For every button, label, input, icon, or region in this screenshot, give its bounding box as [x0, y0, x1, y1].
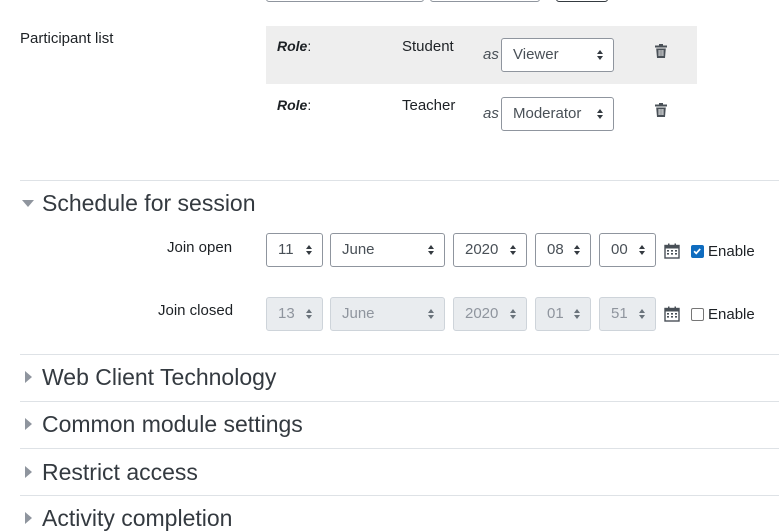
section-restrict-access-title[interactable]: Restrict access [42, 459, 198, 486]
trash-icon[interactable] [655, 44, 667, 58]
clipped-input-2[interactable] [430, 0, 540, 2]
select-value: June [342, 241, 375, 258]
clipped-button[interactable] [556, 0, 608, 2]
collapsed-chevron-icon[interactable] [25, 512, 32, 524]
join-closed-hour-select[interactable]: 01 [535, 297, 591, 331]
select-caret-icon [510, 243, 517, 257]
select-value: 01 [547, 305, 564, 322]
calendar-icon[interactable] [664, 243, 680, 259]
join-closed-label: Join closed [158, 302, 234, 319]
join-open-hour-select[interactable]: 08 [535, 233, 591, 267]
role-select-teacher[interactable]: Moderator [501, 97, 614, 131]
join-closed-month-select[interactable]: June [330, 297, 445, 331]
calendar-icon[interactable] [664, 306, 680, 322]
select-caret-icon [428, 243, 435, 257]
role-select-value: Moderator [513, 105, 582, 122]
collapsed-chevron-icon[interactable] [25, 466, 32, 478]
role-label: Role: [277, 97, 312, 113]
select-caret-icon [574, 307, 581, 321]
collapsed-chevron-icon[interactable] [25, 371, 32, 383]
section-divider [20, 354, 779, 355]
collapsed-chevron-icon[interactable] [25, 418, 32, 430]
select-value: 13 [278, 305, 295, 322]
select-caret-icon [428, 307, 435, 321]
section-web-client-title[interactable]: Web Client Technology [42, 364, 276, 391]
select-caret-icon [574, 243, 581, 257]
check-icon [693, 248, 701, 255]
as-label: as [483, 46, 499, 63]
select-caret-icon [306, 307, 313, 321]
select-caret-icon [597, 107, 604, 121]
participant-row-teacher: Role: Teacher as Moderator [266, 85, 697, 143]
section-divider [20, 401, 779, 402]
join-open-month-select[interactable]: June [330, 233, 445, 267]
participant-name: Student [402, 38, 454, 55]
join-closed-enable-label[interactable]: Enable [708, 306, 755, 323]
as-label: as [483, 105, 499, 122]
join-open-enable-label[interactable]: Enable [708, 243, 755, 260]
select-caret-icon [597, 48, 604, 62]
section-activity-completion-title[interactable]: Activity completion [42, 505, 232, 532]
join-open-day-select[interactable]: 11 [266, 233, 323, 267]
section-schedule-title[interactable]: Schedule for session [42, 190, 256, 217]
select-value: 2020 [465, 241, 499, 258]
select-value: 08 [547, 241, 564, 258]
join-open-enable-checkbox[interactable] [691, 245, 704, 258]
join-open-year-select[interactable]: 2020 [453, 233, 527, 267]
select-caret-icon [306, 243, 313, 257]
trash-icon[interactable] [655, 103, 667, 117]
section-divider [20, 448, 779, 449]
join-closed-day-select[interactable]: 13 [266, 297, 323, 331]
participant-row-student: Role: Student as Viewer [266, 26, 697, 84]
clipped-input-1[interactable] [266, 0, 424, 2]
role-select-value: Viewer [513, 46, 559, 63]
participant-list-label: Participant list [20, 30, 114, 47]
section-common-module-title[interactable]: Common module settings [42, 411, 303, 438]
role-label: Role: [277, 38, 312, 54]
join-closed-year-select[interactable]: 2020 [453, 297, 527, 331]
select-caret-icon [639, 307, 646, 321]
select-value: 11 [278, 241, 294, 258]
join-open-minute-select[interactable]: 00 [599, 233, 656, 267]
select-value: June [342, 305, 375, 322]
join-closed-enable-checkbox[interactable] [691, 308, 704, 321]
select-caret-icon [510, 307, 517, 321]
join-closed-minute-select[interactable]: 51 [599, 297, 656, 331]
select-value: 51 [611, 305, 628, 322]
join-open-label: Join open [167, 239, 233, 256]
participant-name: Teacher [402, 97, 456, 114]
expanded-chevron-icon[interactable] [22, 200, 34, 207]
role-select-student[interactable]: Viewer [501, 38, 614, 72]
section-divider [20, 495, 779, 496]
select-value: 2020 [465, 305, 499, 322]
select-value: 00 [611, 241, 628, 258]
section-divider [20, 180, 779, 181]
select-caret-icon [639, 243, 646, 257]
